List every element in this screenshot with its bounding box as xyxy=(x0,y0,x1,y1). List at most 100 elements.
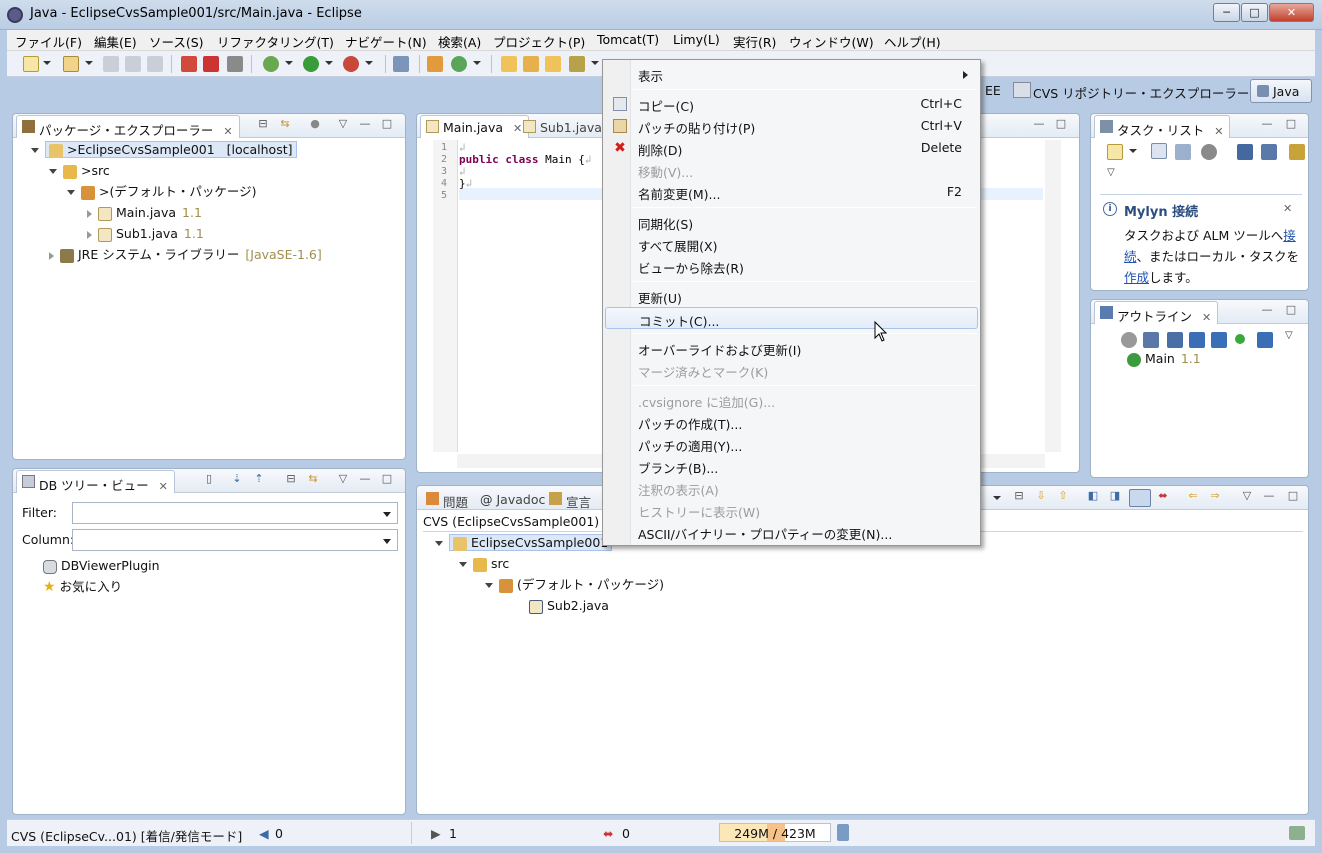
tab-problems[interactable]: 問題 xyxy=(420,487,475,510)
minimize-view-icon[interactable]: — xyxy=(1261,118,1273,131)
cvs-disconnect-icon[interactable] xyxy=(181,56,197,72)
tree-jre-row[interactable]: JRE システム・ライブラリー [JavaSE-1.6] xyxy=(49,246,322,264)
expand-icon[interactable] xyxy=(87,209,92,218)
menu-item-paste-patch[interactable]: パッチの貼り付け(P) Ctrl+V xyxy=(605,115,978,137)
menu-help[interactable]: ヘルプ(H) xyxy=(884,32,941,51)
hide-completed-icon[interactable] xyxy=(1237,144,1253,160)
skip-breakpoints-icon[interactable] xyxy=(393,56,409,72)
database-icon[interactable]: ▯ xyxy=(203,473,215,486)
close-button[interactable]: ✕ xyxy=(1269,3,1314,22)
save-icon[interactable] xyxy=(103,56,119,72)
debug-dropdown-icon[interactable] xyxy=(285,61,293,65)
incoming-mode-icon[interactable]: ◧ xyxy=(1087,490,1099,503)
menu-item-override-and-update[interactable]: オーバーライドおよび更新(I) xyxy=(605,337,978,359)
perspective-java-button[interactable]: Java xyxy=(1250,79,1312,103)
tab-javadoc[interactable]: @ Javadoc xyxy=(475,487,552,510)
menu-item-delete[interactable]: ✖ 削除(D) Delete xyxy=(605,137,978,159)
tree-src-row[interactable]: >src xyxy=(49,162,110,180)
expand-icon[interactable] xyxy=(459,562,467,567)
link-with-editor-icon[interactable]: ⇆ xyxy=(279,118,291,131)
maximize-view-icon[interactable]: □ xyxy=(381,473,393,486)
new-wizard-dropdown-icon[interactable] xyxy=(85,61,93,65)
code-line[interactable]: public class Main {↲ xyxy=(459,154,591,166)
update-all-icon[interactable]: ⇐ xyxy=(1187,490,1199,503)
debug-icon[interactable] xyxy=(263,56,279,72)
new-wizard-icon[interactable] xyxy=(63,56,79,72)
menu-run[interactable]: 実行(R) xyxy=(733,32,776,51)
connect-link[interactable]: 接 xyxy=(1283,228,1296,243)
tree-project-row[interactable]: >EclipseCvsSample001 [localhost] xyxy=(31,141,297,159)
menu-item-synchronize[interactable]: 同期化(S) xyxy=(605,211,978,233)
minimize-view-icon[interactable]: — xyxy=(359,473,371,486)
outgoing-mode-icon[interactable]: ◨ xyxy=(1109,490,1121,503)
menu-item-change-ascii-binary[interactable]: ASCII/バイナリー・プロパティーの変更(N)... xyxy=(605,521,978,543)
menu-item-rename[interactable]: 名前変更(M)... F2 xyxy=(605,181,978,203)
import-icon[interactable]: ⇣ xyxy=(231,473,243,486)
print-icon[interactable] xyxy=(147,56,163,72)
menu-item-apply-patch[interactable]: パッチの適用(Y)... xyxy=(605,433,978,455)
minimize-view-icon[interactable]: — xyxy=(1033,118,1045,131)
focus-icon[interactable] xyxy=(1121,332,1137,348)
expand-icon[interactable] xyxy=(67,190,75,195)
new-package-icon[interactable] xyxy=(427,56,443,72)
open-task-icon[interactable] xyxy=(523,56,539,72)
menu-search[interactable]: 検索(A) xyxy=(438,32,481,51)
collapse-all-icon[interactable]: ⊟ xyxy=(285,473,297,486)
expand-icon[interactable] xyxy=(87,230,92,239)
maximize-view-icon[interactable]: □ xyxy=(1285,304,1297,317)
menu-item-copy[interactable]: コピー(C) Ctrl+C xyxy=(605,93,978,115)
sync-file-row[interactable]: Sub2.java xyxy=(529,597,609,615)
perspective-javaee[interactable]: EE xyxy=(985,83,1001,98)
menu-navigate[interactable]: ナビゲート(N) xyxy=(345,32,427,51)
sync-src-row[interactable]: src xyxy=(459,555,509,573)
collapse-all-icon[interactable]: ⊟ xyxy=(1013,490,1025,503)
sort-icon[interactable] xyxy=(1167,332,1183,348)
close-icon[interactable]: ✕ xyxy=(1214,125,1223,138)
view-menu-icon[interactable]: ▽ xyxy=(337,473,349,486)
save-all-icon[interactable] xyxy=(125,56,141,72)
maximize-view-icon[interactable]: □ xyxy=(1285,118,1297,131)
view-menu-icon[interactable]: ▽ xyxy=(337,118,349,131)
scheduled-icon[interactable] xyxy=(1175,144,1191,160)
db-tree-item[interactable]: DBViewerPlugin xyxy=(43,557,160,575)
minimize-view-icon[interactable]: — xyxy=(359,118,371,131)
tree-file-row[interactable]: Main.java 1.1 xyxy=(87,204,202,222)
tree-file-row[interactable]: Sub1.java 1.1 xyxy=(87,225,204,243)
filter-combo[interactable] xyxy=(72,502,398,524)
open-folder-icon[interactable] xyxy=(545,56,561,72)
tab-main-java[interactable]: Main.java ✕ xyxy=(420,115,530,138)
sync-package-row[interactable]: (デフォルト・パッケージ) xyxy=(485,576,664,594)
expand-icon[interactable] xyxy=(49,169,57,174)
maximize-view-icon[interactable]: □ xyxy=(381,118,393,131)
new-task-dropdown-icon[interactable] xyxy=(1129,149,1137,153)
tab-package-explorer[interactable]: パッケージ・エクスプローラー ✕ xyxy=(16,115,240,138)
menu-project[interactable]: プロジェクト(P) xyxy=(493,32,585,51)
previous-difference-icon[interactable]: ⇧ xyxy=(1057,490,1069,503)
maximize-view-icon[interactable]: □ xyxy=(1055,118,1067,131)
hide-static-icon[interactable] xyxy=(1211,332,1227,348)
expand-icon[interactable] xyxy=(435,541,443,546)
incoming-outgoing-mode-icon[interactable] xyxy=(1129,489,1151,507)
expand-icon[interactable] xyxy=(485,583,493,588)
maximize-button[interactable]: □ xyxy=(1241,3,1268,22)
menu-limy[interactable]: Limy(L) xyxy=(673,32,720,47)
view-menu-icon[interactable]: ▽ xyxy=(1241,490,1253,503)
search-icon[interactable] xyxy=(569,56,585,72)
menu-source[interactable]: ソース(S) xyxy=(149,32,204,51)
export-icon[interactable]: ⇡ xyxy=(253,473,265,486)
db-tree-item[interactable]: ★ お気に入り xyxy=(43,578,122,596)
new-task-icon[interactable] xyxy=(1107,144,1123,160)
tab-outline[interactable]: アウトライン ✕ xyxy=(1094,301,1219,324)
view-menu-icon[interactable]: ▽ xyxy=(1107,167,1115,178)
next-difference-icon[interactable]: ⇩ xyxy=(1035,490,1047,503)
cvs-sync-icon[interactable] xyxy=(227,56,243,72)
run-dropdown-icon[interactable] xyxy=(325,61,333,65)
close-icon[interactable]: ✕ xyxy=(223,125,232,138)
tab-task-list[interactable]: タスク・リスト ✕ xyxy=(1094,115,1231,138)
menu-file[interactable]: ファイル(F) xyxy=(15,32,82,51)
minimize-button[interactable]: ─ xyxy=(1213,3,1240,22)
hide-local-types-icon[interactable] xyxy=(1257,332,1273,348)
new-icon[interactable] xyxy=(23,56,39,72)
menu-edit[interactable]: 編集(E) xyxy=(94,32,137,51)
collapse-all-icon[interactable] xyxy=(1143,332,1159,348)
